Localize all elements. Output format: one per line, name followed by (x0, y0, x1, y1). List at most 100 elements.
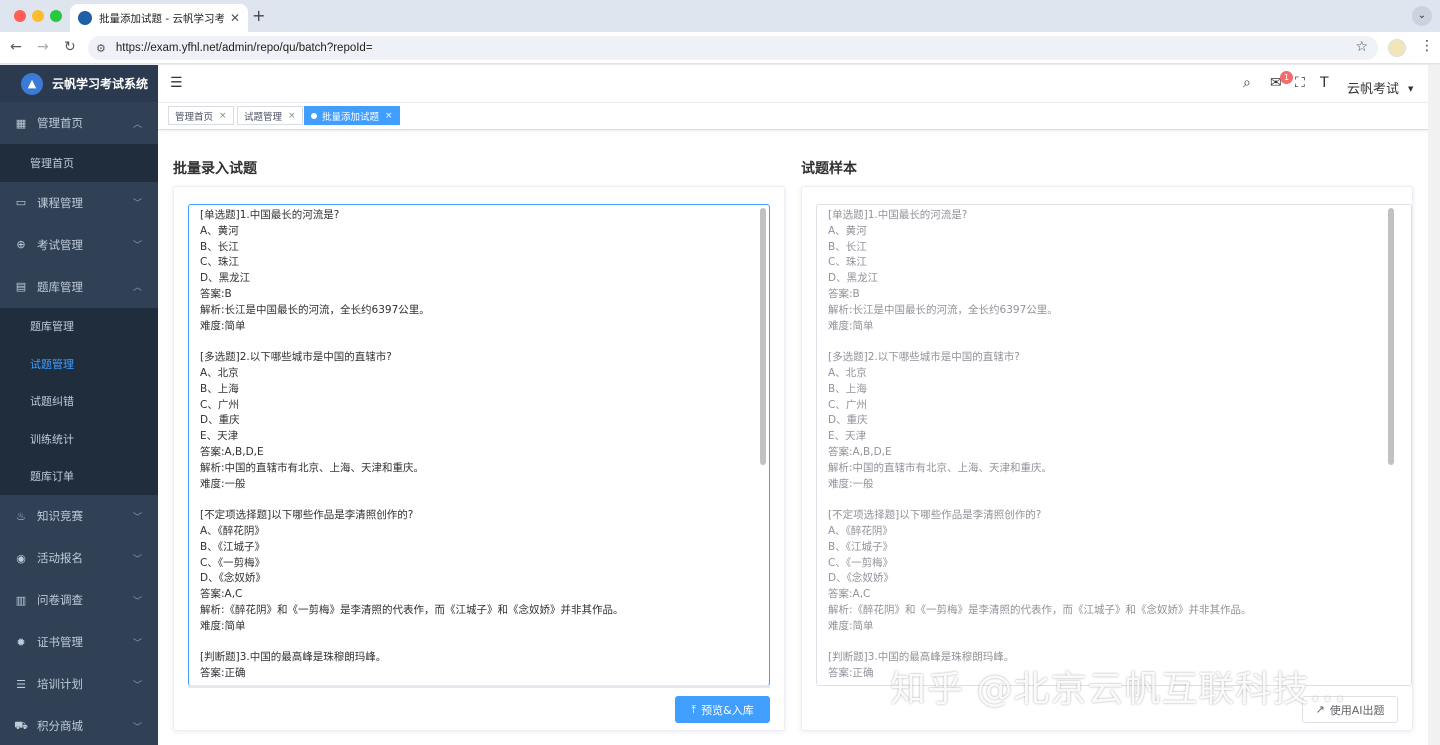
minimize-window-button[interactable] (32, 10, 44, 22)
caret-down-icon[interactable]: ▼ (1408, 85, 1413, 93)
sidebar-item-points-mall[interactable]: ⛟ 积分商城 ﹀ (0, 705, 158, 745)
sidebar-subitem-questions[interactable]: 试题管理 (0, 345, 158, 383)
close-window-button[interactable] (14, 10, 26, 22)
menu-label: 题库管理 (37, 279, 83, 294)
profile-avatar[interactable] (1388, 39, 1406, 57)
button-label: 预览&入库 (701, 703, 754, 717)
batch-input-card: [单选题]1.中国最长的河流是? A、黄河 B、长江 C、珠江 D、黑龙江 答案… (173, 186, 785, 731)
browser-tabbar: 批量添加试题 - 云帆学习考试系 ✕ + ⌄ (0, 0, 1440, 32)
maximize-window-button[interactable] (50, 10, 62, 22)
upload-icon: ⤒ (691, 702, 697, 716)
browser-tab[interactable]: 批量添加试题 - 云帆学习考试系 ✕ (70, 4, 248, 32)
menu-label: 积分商城 (37, 719, 83, 733)
more-menu-icon[interactable]: ⋮ (1420, 38, 1434, 54)
browser-tab-title: 批量添加试题 - 云帆学习考试系 (99, 12, 224, 25)
menu-label: 管理首页 (37, 116, 83, 130)
chevron-down-icon: ﹀ (132, 680, 142, 691)
site-settings-icon[interactable]: ⚙ (96, 42, 106, 55)
active-dot-icon (311, 112, 317, 119)
watermark: 知乎 @北京云帆互联科技... (890, 669, 1347, 710)
search-icon[interactable]: ⌕ (1243, 75, 1251, 91)
back-icon[interactable]: ← (10, 39, 22, 55)
close-icon[interactable]: ✕ (230, 11, 240, 25)
brand-name: 云帆学习考试系统 (52, 77, 149, 91)
sidebar-item-certificates[interactable]: ✹ 证书管理 ﹀ (0, 621, 158, 663)
chevron-down-icon: ﹀ (132, 638, 142, 649)
submenu-dashboard: 管理首页 (0, 144, 158, 182)
logo-icon: ▲ (21, 72, 43, 95)
right-panel-title: 试题样本 (801, 161, 857, 177)
message-badge: 1 (1280, 71, 1293, 84)
chevron-down-icon: ﹀ (132, 596, 142, 607)
chevron-down-icon: ﹀ (132, 512, 142, 523)
menu-label: 知识竞赛 (37, 509, 83, 523)
menu-label: 考试管理 (37, 237, 83, 252)
target-icon: ⊕ (16, 238, 26, 251)
textarea-scrollbar[interactable] (760, 208, 766, 465)
forward-icon[interactable]: → (37, 39, 49, 55)
tag-dashboard[interactable]: 管理首页 × (168, 106, 234, 125)
batch-input-textarea[interactable]: [单选题]1.中国最长的河流是? A、黄河 B、长江 C、珠江 D、黑龙江 答案… (188, 204, 770, 686)
main-content: ☰ ⌕ ✉ 1 ⛶ T 云帆考试 ▼ 管理首页 × 试题管理 × 批量添加试题 × 批… (158, 65, 1428, 745)
sidebar-subitem-orders[interactable]: 题库订单 (0, 458, 158, 496)
close-icon[interactable]: × (288, 111, 296, 121)
tag-label: 管理首页 (175, 111, 214, 123)
horizontal-scrollbar[interactable] (188, 685, 770, 688)
url-text[interactable]: https://exam.yfhl.net/admin/repo/qu/batc… (116, 42, 373, 54)
tag-label: 试题管理 (244, 111, 283, 123)
url-field[interactable]: ⚙ https://exam.yfhl.net/admin/repo/qu/ba… (88, 36, 1378, 60)
sidebar-subitem-dashboard[interactable]: 管理首页 (0, 144, 158, 182)
submenu-question-bank: 题库管理 试题管理 试题纠错 训练统计 题库订单 (0, 307, 158, 496)
preview-import-button[interactable]: ⤒ 预览&入库 (675, 696, 770, 723)
sample-textarea[interactable]: [单选题]1.中国最长的河流是? A、黄河 B、长江 C、珠江 D、黑龙江 答案… (816, 204, 1412, 686)
chevron-down-icon[interactable]: ⌄ (1412, 6, 1432, 26)
menu-label: 活动报名 (37, 551, 83, 565)
chevron-up-icon: ︿ (132, 119, 142, 130)
tag-label: 批量添加试题 (322, 111, 380, 123)
sidebar-item-courses[interactable]: ▭ 课程管理 ﹀ (0, 182, 158, 224)
tags-view: 管理首页 × 试题管理 × 批量添加试题 × (158, 103, 1428, 130)
menu-label: 课程管理 (37, 195, 83, 210)
left-panel-title: 批量录入试题 (173, 161, 257, 177)
sidebar-item-activities[interactable]: ◉ 活动报名 ﹀ (0, 537, 158, 579)
bookmark-star-icon[interactable]: ☆ (1355, 39, 1368, 55)
sidebar-subitem-training-stats[interactable]: 训练统计 (0, 420, 158, 458)
sample-scrollbar[interactable] (1388, 208, 1394, 465)
sidebar-item-training-plan[interactable]: ☰ 培训计划 ﹀ (0, 663, 158, 705)
close-icon[interactable]: × (385, 111, 393, 121)
brand[interactable]: ▲ 云帆学习考试系统 (0, 65, 158, 102)
cart-icon: ⛟ (14, 718, 28, 732)
sidebar-item-dashboard[interactable]: ▦ 管理首页 ︿ (0, 102, 158, 144)
menu-label: 证书管理 (37, 635, 83, 649)
chevron-down-icon: ﹀ (132, 199, 142, 209)
fullscreen-icon[interactable]: ⛶ (1295, 75, 1305, 91)
favicon-icon (78, 11, 92, 25)
gear-icon: ✹ (16, 635, 26, 649)
chevron-down-icon: ﹀ (132, 722, 142, 733)
sidebar-item-contest[interactable]: ♨ 知识竞赛 ﹀ (0, 495, 158, 537)
chevron-down-icon: ﹀ (132, 554, 142, 565)
monitor-icon: ▭ (15, 196, 27, 209)
sidebar-subitem-repo[interactable]: 题库管理 (0, 308, 158, 346)
font-size-icon[interactable]: T (1320, 75, 1329, 91)
close-icon[interactable]: × (219, 111, 227, 121)
sidebar-item-survey[interactable]: ▥ 问卷调查 ﹀ (0, 579, 158, 621)
hamburger-icon[interactable]: ☰ (170, 75, 183, 91)
sidebar-item-exams[interactable]: ⊕ 考试管理 ﹀ (0, 224, 158, 266)
sample-card: [单选题]1.中国最长的河流是? A、黄河 B、长江 C、珠江 D、黑龙江 答案… (801, 186, 1413, 731)
page-scrollbar[interactable] (1428, 65, 1440, 745)
new-tab-icon[interactable]: + (252, 6, 265, 25)
survey-icon: ▥ (15, 593, 27, 607)
chevron-down-icon: ﹀ (132, 241, 142, 251)
top-navbar: ☰ ⌕ ✉ 1 ⛶ T 云帆考试 ▼ (158, 65, 1428, 103)
tag-batch-add[interactable]: 批量添加试题 × (304, 106, 400, 125)
sidebar-subitem-corrections[interactable]: 试题纠错 (0, 383, 158, 421)
document-icon: ▤ (15, 280, 27, 293)
menu-label: 问卷调查 (37, 593, 83, 607)
reload-icon[interactable]: ↻ (64, 39, 76, 55)
sidebar: ▲ 云帆学习考试系统 ▦ 管理首页 ︿ 管理首页 ▭ 课程管理 ﹀ ⊕ 考试管理… (0, 65, 158, 745)
tag-questions[interactable]: 试题管理 × (237, 106, 303, 125)
user-name[interactable]: 云帆考试 (1347, 78, 1399, 97)
sidebar-item-question-bank[interactable]: ▤ 题库管理 ︿ (0, 266, 158, 308)
address-bar: ← → ↻ ⚙ https://exam.yfhl.net/admin/repo… (0, 32, 1440, 64)
